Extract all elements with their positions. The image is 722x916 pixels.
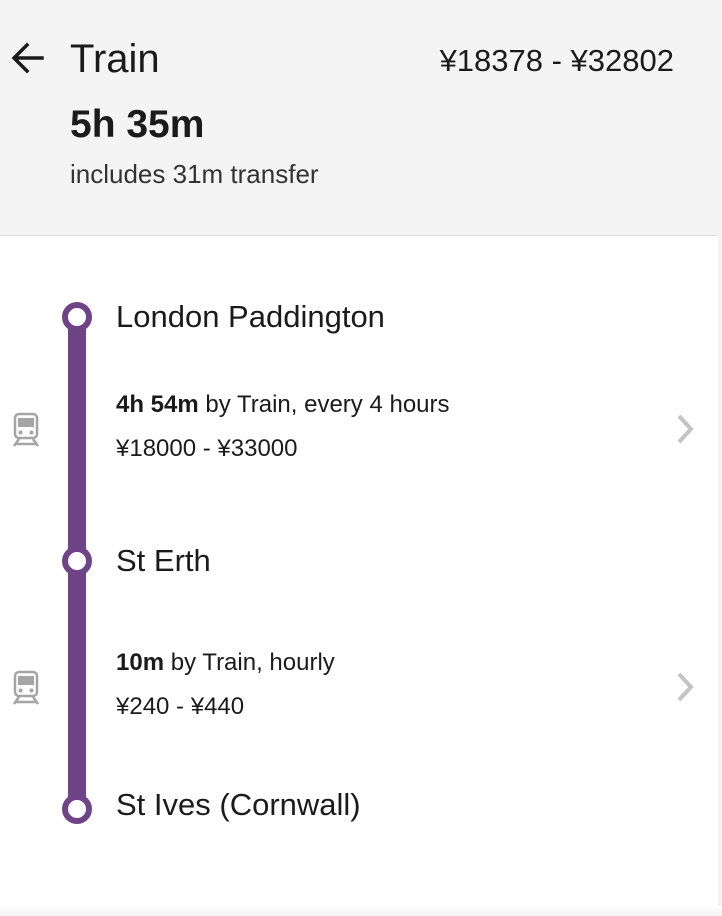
back-button[interactable] — [8, 38, 48, 78]
stop-dot-transfer — [62, 546, 92, 576]
chevron-right-icon — [677, 414, 694, 444]
train-icon — [12, 412, 40, 447]
stop-name-transfer: St Erth — [116, 543, 211, 578]
leg-duration: 4h 54m — [116, 391, 199, 418]
stop-dot-destination — [62, 794, 92, 824]
train-icon — [12, 670, 40, 705]
transfer-note: includes 31m transfer — [70, 159, 319, 189]
leg-price: ¥18000 - ¥33000 — [116, 435, 298, 462]
page-title: Train — [70, 37, 160, 81]
total-duration: 5h 35m — [70, 103, 205, 146]
leg-mode-frequency: by Train, every 4 hours — [198, 391, 450, 418]
stop-name-destination: St Ives (Cornwall) — [116, 787, 361, 822]
leg-mode-frequency: by Train, hourly — [164, 649, 335, 676]
chevron-right-icon — [677, 672, 694, 702]
total-price-range: ¥18378 - ¥32802 — [439, 43, 674, 78]
route-header: Train ¥18378 - ¥32802 5h 35m includes 31… — [0, 0, 718, 236]
stop-name-origin: London Paddington — [116, 299, 385, 334]
stop-dot-origin — [62, 302, 92, 332]
leg-description: 4h 54m by Train, every 4 hours — [116, 390, 450, 420]
leg-row-2[interactable]: 10m by Train, hourly ¥240 - ¥440 — [0, 626, 718, 746]
arrow-left-icon — [11, 42, 44, 74]
leg-row-1[interactable]: 4h 54m by Train, every 4 hours ¥18000 - … — [0, 368, 718, 488]
leg-duration: 10m — [116, 649, 165, 676]
bottom-edge-shade — [0, 906, 722, 916]
leg-description: 10m by Train, hourly — [116, 648, 335, 678]
right-edge-shade — [718, 0, 722, 916]
leg-price: ¥240 - ¥440 — [116, 693, 245, 720]
